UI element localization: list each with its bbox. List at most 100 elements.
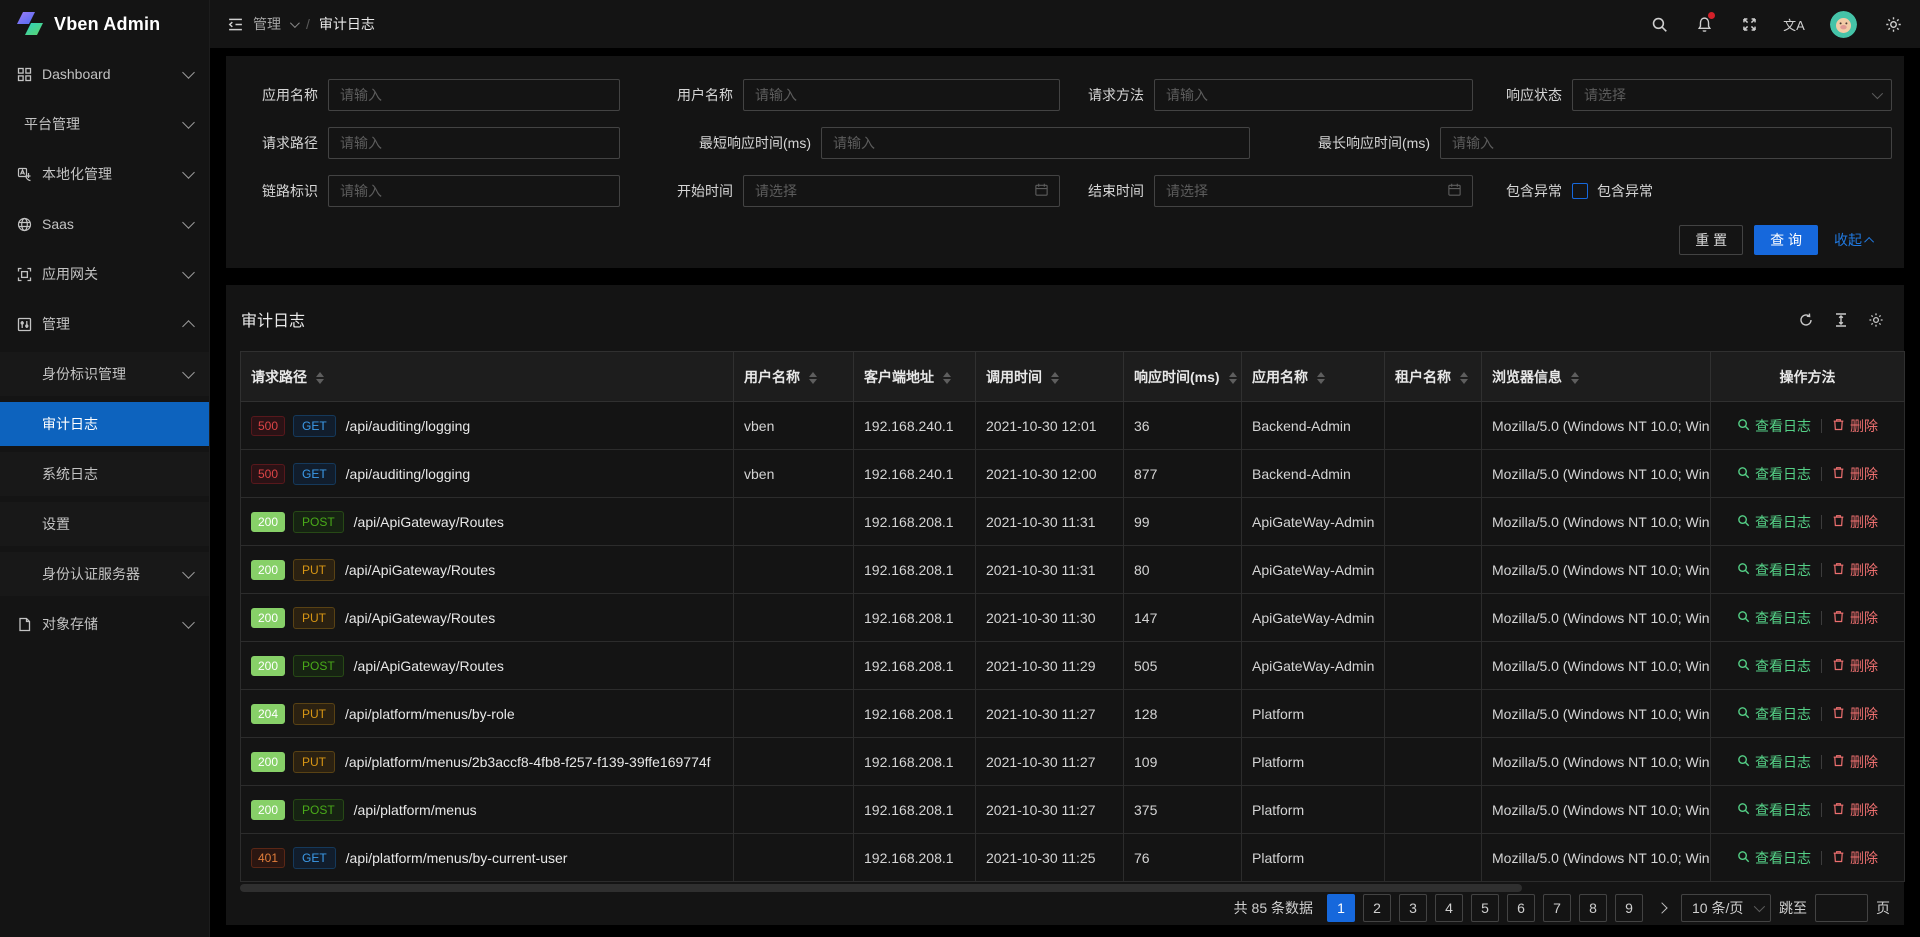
view-log-button[interactable]: 查看日志: [1737, 608, 1811, 628]
column-header-租户名称[interactable]: 租户名称: [1385, 352, 1482, 402]
text-input[interactable]: 请输入: [743, 79, 1060, 111]
avatar[interactable]: [1830, 11, 1857, 38]
sidebar-item-6[interactable]: 管理: [0, 302, 209, 346]
delete-button[interactable]: 删除: [1832, 512, 1878, 532]
text-input[interactable]: 请输入: [328, 127, 620, 159]
delete-button[interactable]: 删除: [1832, 848, 1878, 868]
view-log-button[interactable]: 查看日志: [1737, 464, 1811, 484]
column-header-客户端地址[interactable]: 客户端地址: [854, 352, 976, 402]
column-header-浏览器信息[interactable]: 浏览器信息: [1482, 352, 1711, 402]
table-row: 200PUT/api/platform/menus/2b3accf8-4fb8-…: [241, 738, 1905, 786]
page-button-5[interactable]: 5: [1471, 894, 1499, 922]
page-button-9[interactable]: 9: [1615, 894, 1643, 922]
view-log-button[interactable]: 查看日志: [1737, 560, 1811, 580]
column-header-用户名称[interactable]: 用户名称: [734, 352, 854, 402]
next-page-button[interactable]: [1651, 894, 1673, 922]
view-log-button[interactable]: 查看日志: [1737, 848, 1811, 868]
view-log-button[interactable]: 查看日志: [1737, 752, 1811, 772]
page-button-1[interactable]: 1: [1327, 894, 1355, 922]
chevron-down-icon: [1872, 88, 1883, 99]
settings-icon[interactable]: [1868, 312, 1884, 328]
app-logo[interactable]: Vben Admin: [0, 0, 209, 48]
column-header-请求路径[interactable]: 请求路径: [241, 352, 734, 402]
fullscreen-icon[interactable]: [1740, 15, 1758, 33]
sidebar-item-4[interactable]: Saas: [0, 202, 209, 246]
select-input[interactable]: 请选择: [1572, 79, 1892, 111]
page-button-4[interactable]: 4: [1435, 894, 1463, 922]
delete-label: 删除: [1850, 656, 1878, 676]
delete-button[interactable]: 删除: [1832, 656, 1878, 676]
column-header-调用时间[interactable]: 调用时间: [976, 352, 1124, 402]
view-log-button[interactable]: 查看日志: [1737, 416, 1811, 436]
reset-button[interactable]: 重 置: [1679, 225, 1743, 255]
column-height-icon[interactable]: [1833, 312, 1849, 328]
view-log-button[interactable]: 查看日志: [1737, 800, 1811, 820]
sidebar-item-1[interactable]: Dashboard: [0, 52, 209, 96]
sort-icon[interactable]: [1229, 372, 1237, 384]
text-input[interactable]: 请输入: [1440, 127, 1892, 159]
text-input[interactable]: 请输入: [1154, 79, 1473, 111]
page-button-8[interactable]: 8: [1579, 894, 1607, 922]
delete-button[interactable]: 删除: [1832, 704, 1878, 724]
column-header-应用名称[interactable]: 应用名称: [1242, 352, 1385, 402]
page-size-select[interactable]: 10 条/页: [1681, 894, 1771, 922]
browser-info-cell: Mozilla/5.0 (Windows NT 10.0; Win: [1482, 546, 1711, 594]
delete-button[interactable]: 删除: [1832, 464, 1878, 484]
sidebar-item-9[interactable]: 系统日志: [0, 452, 209, 496]
search-icon[interactable]: [1650, 15, 1668, 33]
date-picker-input[interactable]: 请选择: [1154, 175, 1473, 207]
delete-button[interactable]: 删除: [1832, 752, 1878, 772]
text-input[interactable]: 请输入: [821, 127, 1250, 159]
jump-page-input[interactable]: [1815, 894, 1868, 922]
page-button-2[interactable]: 2: [1363, 894, 1391, 922]
method-badge: PUT: [293, 703, 335, 725]
date-picker-input[interactable]: 请选择: [743, 175, 1060, 207]
sort-icon[interactable]: [1571, 372, 1579, 384]
sidebar-item-12[interactable]: 对象存储: [0, 602, 209, 646]
search-button[interactable]: 查 询: [1754, 225, 1818, 255]
sort-icon[interactable]: [943, 372, 951, 384]
delete-button[interactable]: 删除: [1832, 608, 1878, 628]
app-name-cell: ApiGateWay-Admin: [1242, 642, 1385, 690]
sidebar-item-11[interactable]: 身份认证服务器: [0, 552, 209, 596]
sort-icon[interactable]: [1051, 372, 1059, 384]
sort-icon[interactable]: [1460, 372, 1468, 384]
sidebar-item-3[interactable]: 本地化管理: [0, 152, 209, 196]
collapse-link[interactable]: 收起: [1834, 230, 1874, 250]
request-path: /api/platform/menus/by-current-user: [346, 850, 568, 866]
settings-icon[interactable]: [1884, 15, 1902, 33]
view-log-button[interactable]: 查看日志: [1737, 704, 1811, 724]
sort-icon[interactable]: [316, 372, 324, 384]
page-button-6[interactable]: 6: [1507, 894, 1535, 922]
view-log-button[interactable]: 查看日志: [1737, 656, 1811, 676]
breadcrumb-section[interactable]: 管理: [253, 14, 281, 34]
bell-icon[interactable]: [1695, 15, 1713, 33]
sort-icon[interactable]: [1317, 372, 1325, 384]
delete-button[interactable]: 删除: [1832, 800, 1878, 820]
sidebar-item-2[interactable]: 平台管理: [0, 102, 209, 146]
delete-label: 删除: [1850, 560, 1878, 580]
delete-button[interactable]: 删除: [1832, 416, 1878, 436]
view-log-button[interactable]: 查看日志: [1737, 512, 1811, 532]
refresh-icon[interactable]: [1798, 312, 1814, 328]
page-button-7[interactable]: 7: [1543, 894, 1571, 922]
delete-button[interactable]: 删除: [1832, 560, 1878, 580]
menu-fold-icon[interactable]: [226, 15, 244, 33]
sidebar-item-10[interactable]: 设置: [0, 502, 209, 546]
text-input[interactable]: 请输入: [328, 175, 620, 207]
text-input[interactable]: 请输入: [328, 79, 620, 111]
horizontal-scrollbar[interactable]: [240, 884, 1522, 892]
include-exception-checkbox[interactable]: [1572, 183, 1588, 199]
sidebar-item-7[interactable]: 身份标识管理: [0, 352, 209, 396]
search-icon: [1737, 610, 1750, 626]
column-header-响应时间(ms)[interactable]: 响应时间(ms): [1124, 352, 1242, 402]
placeholder-text: 请输入: [1452, 133, 1494, 153]
translate-icon[interactable]: 文A: [1785, 15, 1803, 33]
page-button-3[interactable]: 3: [1399, 894, 1427, 922]
search-icon: [1737, 466, 1750, 482]
app-name-cell: Platform: [1242, 786, 1385, 834]
call-time-cell: 2021-10-30 11:27: [976, 786, 1124, 834]
sidebar-item-5[interactable]: 应用网关: [0, 252, 209, 296]
sidebar-item-8[interactable]: 审计日志: [0, 402, 209, 446]
sort-icon[interactable]: [809, 372, 817, 384]
